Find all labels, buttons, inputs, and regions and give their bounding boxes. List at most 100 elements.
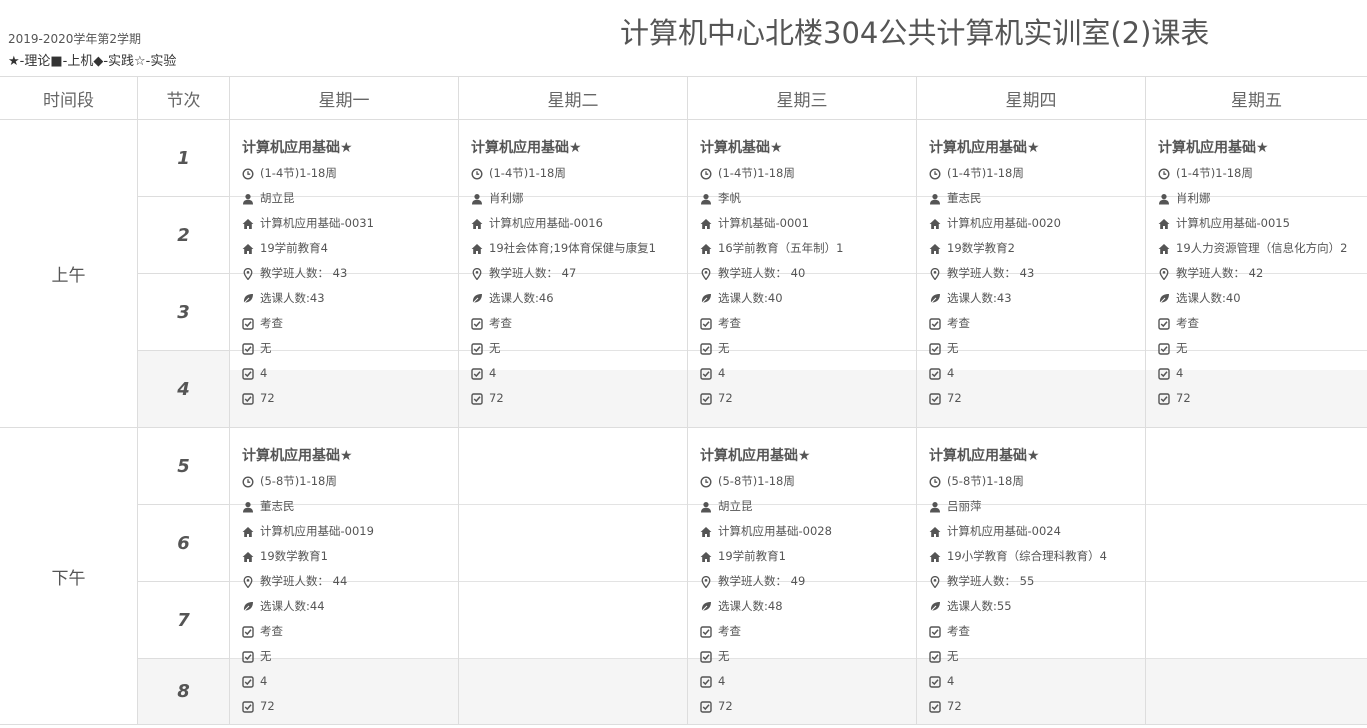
course-weekly-hours: 4 [260, 366, 268, 380]
course-class-row: 计算机基础-0001 [700, 211, 912, 236]
user-icon [929, 501, 941, 513]
home-icon [929, 526, 941, 538]
course-time-row: (5-8节)1-18周 [929, 469, 1141, 494]
course-weekly-hours: 4 [947, 366, 955, 380]
course-name: 计算机应用基础★ [929, 140, 1040, 156]
course-block[interactable]: 计算机应用基础★ (5-8节)1-18周 董志民 计算机应用基础-0019 19数学教育… [242, 444, 454, 719]
cell-thursday-pm: 计算机应用基础★ (5-8节)1-18周 吕丽萍 计算机应用基础-0024 19小学教育… [917, 428, 1146, 725]
check-square-icon [929, 700, 941, 713]
course-class-size-row: 教学班人数： 44 [242, 569, 454, 594]
course-class-size-row: 教学班人数： 43 [242, 261, 454, 286]
course-time: (1-4节)1-18周 [947, 166, 1024, 180]
clock-icon [471, 167, 483, 180]
course-block[interactable]: 计算机基础★ (1-4节)1-18周 李帆 计算机基础-0001 16学前教育（五年制）… [700, 136, 912, 411]
course-group: 19学前教育1 [718, 549, 786, 563]
course-weekly-hours: 4 [260, 674, 268, 688]
course-time-row: (5-8节)1-18周 [700, 469, 912, 494]
course-weekly-hours-row: 4 [1158, 361, 1363, 386]
cell-friday-am: 计算机应用基础★ (1-4节)1-18周 肖利娜 计算机应用基础-0015 19人力资源… [1146, 120, 1367, 428]
check-square-icon [242, 625, 254, 638]
course-total-hours-row: 72 [929, 694, 1141, 719]
check-square-icon [700, 342, 712, 355]
map-marker-icon [929, 575, 941, 588]
course-total-hours-row: 72 [700, 694, 912, 719]
home-icon [471, 218, 483, 230]
course-exam-type-row: 考查 [929, 311, 1141, 336]
course-total-hours: 72 [489, 391, 504, 405]
course-note: 无 [947, 341, 959, 355]
course-exam-type-row: 考查 [1158, 311, 1363, 336]
course-time-row: (1-4节)1-18周 [700, 161, 912, 186]
home-icon [929, 551, 941, 563]
course-weekly-hours: 4 [947, 674, 955, 688]
course-block[interactable]: 计算机应用基础★ (5-8节)1-18周 吕丽萍 计算机应用基础-0024 19小学教育… [929, 444, 1141, 719]
course-weekly-hours-row: 4 [242, 361, 454, 386]
course-total-hours: 72 [947, 391, 962, 405]
course-exam-type: 考查 [260, 316, 283, 330]
course-time: (5-8节)1-18周 [947, 474, 1024, 488]
cell-friday-pm [1146, 428, 1367, 725]
course-enrolled: 选课人数:48 [718, 599, 783, 613]
check-square-icon [700, 675, 712, 688]
course-note-row: 无 [471, 336, 683, 361]
course-enrolled-row: 选课人数:43 [242, 286, 454, 311]
home-icon [700, 551, 712, 563]
course-class-size-row: 教学班人数： 49 [700, 569, 912, 594]
course-class-row: 计算机应用基础-0016 [471, 211, 683, 236]
course-class-size: 教学班人数： 43 [260, 266, 348, 280]
check-square-icon [1158, 317, 1170, 330]
check-square-icon [471, 392, 483, 405]
check-square-icon [929, 367, 941, 380]
course-time: (1-4节)1-18周 [260, 166, 337, 180]
course-group-row: 19人力资源管理（信息化方向）2 [1158, 236, 1363, 261]
slot-8: 8 [138, 659, 230, 725]
course-teacher-row: 胡立昆 [700, 494, 912, 519]
course-block[interactable]: 计算机应用基础★ (5-8节)1-18周 胡立昆 计算机应用基础-0028 19学前教育… [700, 444, 912, 719]
course-block[interactable]: 计算机应用基础★ (1-4节)1-18周 董志民 计算机应用基础-0020 19数学教育… [929, 136, 1141, 411]
check-square-icon [1158, 342, 1170, 355]
clock-icon [242, 167, 254, 180]
map-marker-icon [929, 267, 941, 280]
course-exam-type-row: 考查 [471, 311, 683, 336]
course-group-row: 19数学教育2 [929, 236, 1141, 261]
course-name: 计算机基础★ [700, 140, 783, 156]
home-icon [471, 243, 483, 255]
course-group: 19人力资源管理（信息化方向）2 [1176, 241, 1348, 255]
header-monday: 星期一 [230, 77, 459, 120]
course-time: (1-4节)1-18周 [489, 166, 566, 180]
semester-label: 2019-2020学年第2学期 [8, 32, 142, 46]
course-group-row: 19数学教育1 [242, 544, 454, 569]
course-class-size-row: 教学班人数： 43 [929, 261, 1141, 286]
course-class-size: 教学班人数： 49 [718, 574, 806, 588]
course-teacher-row: 胡立昆 [242, 186, 454, 211]
course-exam-type: 考查 [718, 624, 741, 638]
course-class: 计算机应用基础-0031 [260, 216, 374, 230]
course-teacher-row: 吕丽萍 [929, 494, 1141, 519]
course-weekly-hours-row: 4 [700, 361, 912, 386]
cell-monday-pm: 计算机应用基础★ (5-8节)1-18周 董志民 计算机应用基础-0019 19数学教育… [230, 428, 459, 725]
course-class-size-row: 教学班人数： 55 [929, 569, 1141, 594]
course-teacher-row: 李帆 [700, 186, 912, 211]
check-square-icon [700, 392, 712, 405]
course-exam-type-row: 考查 [929, 619, 1141, 644]
course-block[interactable]: 计算机应用基础★ (1-4节)1-18周 肖利娜 计算机应用基础-0016 19社会体育… [471, 136, 683, 411]
course-total-hours-row: 72 [1158, 386, 1363, 411]
course-block[interactable]: 计算机应用基础★ (1-4节)1-18周 胡立昆 计算机应用基础-0031 19学前教育… [242, 136, 454, 411]
cell-wednesday-pm: 计算机应用基础★ (5-8节)1-18周 胡立昆 计算机应用基础-0028 19学前教育… [688, 428, 917, 725]
course-block[interactable]: 计算机应用基础★ (1-4节)1-18周 肖利娜 计算机应用基础-0015 19人力资源… [1158, 136, 1363, 411]
course-class: 计算机应用基础-0024 [947, 524, 1061, 538]
user-icon [929, 193, 941, 205]
course-name: 计算机应用基础★ [929, 448, 1040, 464]
course-name: 计算机应用基础★ [471, 140, 582, 156]
check-square-icon [242, 367, 254, 380]
slot-divider [459, 581, 687, 582]
course-name: 计算机应用基础★ [242, 140, 353, 156]
home-icon [929, 243, 941, 255]
course-exam-type-row: 考查 [700, 311, 912, 336]
check-square-icon [929, 650, 941, 663]
course-class: 计算机基础-0001 [718, 216, 809, 230]
course-exam-type-row: 考查 [700, 619, 912, 644]
course-time: (1-4节)1-18周 [718, 166, 795, 180]
home-icon [242, 243, 254, 255]
course-note-row: 无 [700, 644, 912, 669]
